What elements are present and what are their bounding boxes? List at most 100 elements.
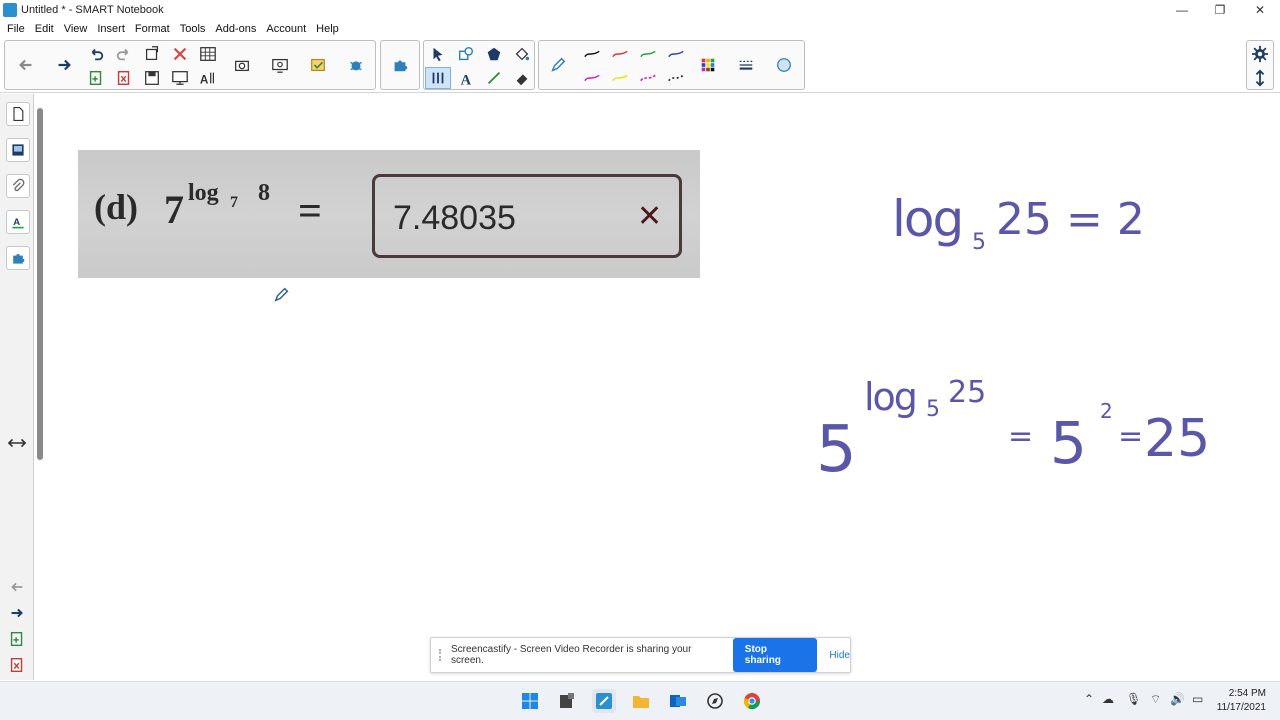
- select-tool[interactable]: [425, 43, 451, 65]
- problem-photo[interactable]: (d) 7 log 7 8 = 7.48035 ✕: [78, 150, 700, 278]
- previous-page-button[interactable]: [9, 42, 43, 88]
- sidebar-prev-page[interactable]: [8, 578, 26, 596]
- next-page-button[interactable]: [47, 42, 81, 88]
- arrow-right-icon: [58, 59, 71, 71]
- properties-tab[interactable]: A: [6, 210, 30, 234]
- document-camera-button[interactable]: [263, 42, 297, 88]
- sidebar-next-page[interactable]: [8, 604, 26, 622]
- pen-red[interactable]: [607, 43, 633, 65]
- taskbar-smart-notebook[interactable]: [592, 689, 616, 713]
- sidebar-scrollbar[interactable]: [37, 108, 43, 460]
- fill-effects-button[interactable]: [767, 42, 801, 88]
- response-button[interactable]: [301, 42, 335, 88]
- fill-tool[interactable]: [509, 43, 535, 65]
- attachments-tab[interactable]: [6, 174, 30, 198]
- microphone-icon[interactable]: 🎙: [1126, 692, 1141, 706]
- close-button[interactable]: ✕: [1240, 0, 1280, 20]
- delete-button[interactable]: [167, 43, 193, 65]
- settings-button[interactable]: [1247, 43, 1273, 65]
- pen-stroke-green-icon: [640, 50, 656, 58]
- color-palette-button[interactable]: [691, 42, 725, 88]
- pen-magenta-dashed[interactable]: [635, 67, 661, 89]
- sidebar-add-page[interactable]: [8, 630, 26, 648]
- page-sorter-tab[interactable]: [6, 102, 30, 126]
- hw2-result: 25: [1144, 409, 1211, 469]
- menu-edit[interactable]: Edit: [30, 20, 59, 38]
- windows-icon: [522, 693, 538, 709]
- pen-tool[interactable]: [541, 42, 575, 88]
- redo-button[interactable]: [111, 43, 137, 65]
- taskbar-outlook[interactable]: [666, 689, 690, 713]
- pen-black[interactable]: [579, 43, 605, 65]
- page-sorter-button[interactable]: [139, 43, 165, 65]
- taskbar-browser[interactable]: [703, 689, 727, 713]
- pen-magenta[interactable]: [579, 67, 605, 89]
- shapes-tool[interactable]: [453, 43, 479, 65]
- menu-tools[interactable]: Tools: [175, 20, 211, 38]
- sidebar: A: [0, 94, 34, 680]
- menu-view[interactable]: View: [59, 20, 93, 38]
- save-button[interactable]: [139, 67, 165, 89]
- system-clock[interactable]: 2:54 PM 11/17/2021: [1217, 687, 1266, 715]
- problem-equals: =: [298, 189, 322, 235]
- regular-polygons-tool[interactable]: [481, 43, 507, 65]
- minimize-button[interactable]: —: [1162, 0, 1202, 20]
- line-tool[interactable]: [481, 67, 507, 89]
- problem-label: (d): [94, 187, 138, 227]
- menu-format[interactable]: Format: [130, 20, 175, 38]
- menu-account[interactable]: Account: [261, 20, 311, 38]
- stop-sharing-button[interactable]: Stop sharing: [732, 638, 818, 672]
- smart-notebook-icon: [3, 3, 17, 17]
- pen-yellow[interactable]: [607, 67, 633, 89]
- insert-table-button[interactable]: [195, 43, 221, 65]
- eraser-tool[interactable]: [509, 67, 535, 89]
- page-icon: [13, 107, 24, 121]
- lines-tool[interactable]: [425, 67, 451, 89]
- delete-page-button[interactable]: [111, 67, 137, 89]
- menu-insert[interactable]: Insert: [92, 20, 130, 38]
- cloud-icon[interactable]: ☁: [1102, 692, 1114, 706]
- gallery-tab[interactable]: [6, 138, 30, 162]
- capture-button[interactable]: [225, 42, 259, 88]
- math-tools-button[interactable]: A: [195, 67, 221, 89]
- taskbar-app-1[interactable]: [555, 689, 579, 713]
- window-title: Untitled * - SMART Notebook: [21, 4, 164, 16]
- menu-file[interactable]: File: [2, 20, 30, 38]
- pen-green[interactable]: [635, 43, 661, 65]
- maximize-button[interactable]: ❐: [1200, 0, 1240, 20]
- pen-blue[interactable]: [663, 43, 689, 65]
- activity-builder-button[interactable]: [339, 42, 373, 88]
- battery-icon[interactable]: ▭: [1192, 692, 1203, 706]
- start-button[interactable]: [518, 689, 542, 713]
- handwriting-equation-2[interactable]: 5 log 5 25 = 5 2 = 25: [810, 375, 1230, 495]
- pen-stroke-yellow-icon: [612, 74, 628, 82]
- undo-button[interactable]: [83, 43, 109, 65]
- hw2-five: 5: [1050, 409, 1087, 477]
- drag-handle-icon[interactable]: [439, 649, 445, 661]
- toolbar-position-button[interactable]: [1247, 67, 1273, 89]
- sidebar-delete-page[interactable]: [8, 656, 26, 674]
- new-page-button[interactable]: [83, 67, 109, 89]
- handwriting-equation-1[interactable]: log 5 25 = 2: [890, 190, 1150, 290]
- delete-page-icon: [10, 657, 23, 673]
- wifi-icon[interactable]: ⌔: [1150, 692, 1161, 707]
- hide-button[interactable]: Hide: [829, 650, 850, 661]
- paint-bucket-icon: [515, 47, 530, 61]
- hw2-exp-sub: 5: [926, 397, 940, 422]
- addons-tab[interactable]: [6, 246, 30, 270]
- double-arrow-icon: [8, 438, 26, 448]
- addons-button[interactable]: [383, 42, 417, 88]
- taskbar-chrome[interactable]: [740, 689, 764, 713]
- tray-chevron-up-icon[interactable]: ⌃: [1084, 692, 1094, 706]
- text-tool[interactable]: A: [453, 67, 479, 89]
- taskbar-file-explorer[interactable]: [629, 689, 653, 713]
- speaker-icon[interactable]: 🔊: [1170, 692, 1185, 706]
- line-icon: [487, 71, 501, 85]
- line-style-button[interactable]: [729, 42, 763, 88]
- screen-shade-button[interactable]: [167, 67, 193, 89]
- menu-addons[interactable]: Add-ons: [210, 20, 261, 38]
- sidebar-resize-handle[interactable]: [8, 434, 26, 452]
- menu-help[interactable]: Help: [311, 20, 344, 38]
- pen-black-dashed[interactable]: [663, 67, 689, 89]
- gallery-icon: [12, 144, 24, 156]
